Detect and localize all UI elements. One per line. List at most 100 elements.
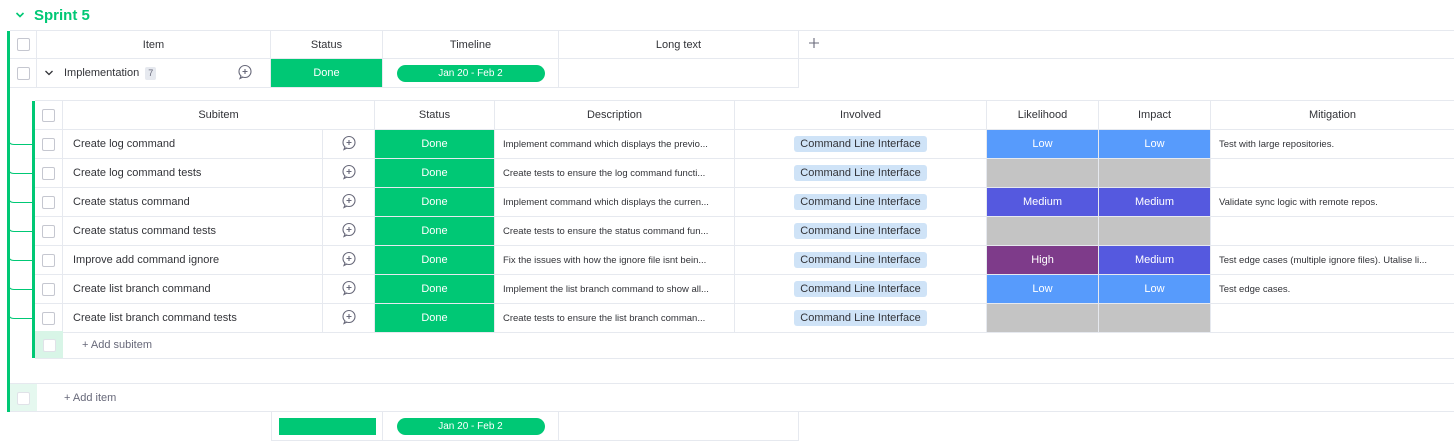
subitem-status[interactable]: Done <box>375 246 495 275</box>
add-update-icon[interactable] <box>341 193 357 212</box>
subitem-description[interactable]: Fix the issues with how the ignore file … <box>495 246 735 275</box>
chevron-down-icon[interactable] <box>14 9 26 21</box>
subitem-checkbox[interactable] <box>42 282 55 296</box>
subitem-column-header-involved[interactable]: Involved <box>735 101 987 130</box>
subitem-checkbox[interactable] <box>42 311 55 325</box>
subitem-status[interactable]: Done <box>375 159 495 188</box>
subitem-name[interactable]: Improve add command ignore <box>63 246 323 275</box>
subitem-mitigation[interactable]: Test with large repositories. <box>1211 130 1454 159</box>
involved-tag[interactable]: Command Line Interface <box>794 194 927 210</box>
item-select-cell <box>10 59 37 88</box>
add-update-icon[interactable] <box>341 135 357 154</box>
subitem-status[interactable]: Done <box>375 130 495 159</box>
subitem-status[interactable]: Done <box>375 217 495 246</box>
subitem-mitigation[interactable] <box>1211 159 1454 188</box>
subitem-mitigation[interactable] <box>1211 304 1454 333</box>
subitem-mitigation[interactable]: Validate sync logic with remote repos. <box>1211 188 1454 217</box>
item-long-text[interactable] <box>559 59 799 88</box>
subitem-description[interactable]: Implement the list branch command to sho… <box>495 275 735 304</box>
involved-tag[interactable]: Command Line Interface <box>794 223 927 239</box>
subitem-checkbox[interactable] <box>42 166 55 180</box>
subitem-select-all-checkbox[interactable] <box>42 108 55 122</box>
subitem-description[interactable]: Implement command which displays the cur… <box>495 188 735 217</box>
item-status[interactable]: Done <box>271 59 383 88</box>
subitem-select-all-cell <box>35 101 63 130</box>
item-timeline[interactable]: Jan 20 - Feb 2 <box>396 64 545 82</box>
column-header-item[interactable]: Item <box>37 31 271 59</box>
subitem-name[interactable]: Create log command <box>63 130 323 159</box>
subitem-checkbox[interactable] <box>42 137 55 151</box>
add-update-icon[interactable] <box>341 309 357 328</box>
add-subitem-check-cell <box>35 331 63 359</box>
add-item-button[interactable]: + Add item <box>64 384 116 412</box>
subitem-impact[interactable]: Medium <box>1099 246 1211 275</box>
subitem-involved-cell: Command Line Interface <box>735 304 987 333</box>
subitem-description[interactable]: Create tests to ensure the log command f… <box>495 159 735 188</box>
subitem-column-header-impact[interactable]: Impact <box>1099 101 1211 130</box>
subitem-status[interactable]: Done <box>375 188 495 217</box>
subitem-column-header-status[interactable]: Status <box>375 101 495 130</box>
subitem-impact[interactable]: Medium <box>1099 188 1211 217</box>
involved-tag[interactable]: Command Line Interface <box>794 165 927 181</box>
subitem-column-header-subitem[interactable]: Subitem <box>63 101 375 130</box>
subitem-impact[interactable] <box>1099 304 1211 333</box>
subitem-likelihood[interactable]: Low <box>987 275 1099 304</box>
subitem-name[interactable]: Create status command <box>63 188 323 217</box>
subitem-likelihood[interactable] <box>987 159 1099 188</box>
timeline-summary[interactable]: Jan 20 - Feb 2 <box>396 417 545 435</box>
subitem-column-header-likelihood[interactable]: Likelihood <box>987 101 1099 130</box>
involved-tag[interactable]: Command Line Interface <box>794 281 927 297</box>
subitem-description[interactable]: Create tests to ensure the status comman… <box>495 217 735 246</box>
subitem-column-header-mitigation[interactable]: Mitigation <box>1211 101 1454 130</box>
subitem-mitigation[interactable]: Test edge cases. <box>1211 275 1454 304</box>
add-update-icon[interactable] <box>341 164 357 183</box>
subitem-select-cell <box>35 275 63 304</box>
item-checkbox[interactable] <box>16 66 30 80</box>
subitem-count-badge: 7 <box>145 66 157 80</box>
subitem-name[interactable]: Create status command tests <box>63 217 323 246</box>
subitem-description[interactable]: Implement command which displays the pre… <box>495 130 735 159</box>
group-title[interactable]: Sprint 5 <box>34 7 90 24</box>
subitem-name[interactable]: Create list branch command tests <box>63 304 323 333</box>
add-update-icon[interactable] <box>341 222 357 241</box>
subitem-impact[interactable] <box>1099 159 1211 188</box>
add-update-icon[interactable] <box>341 280 357 299</box>
subitem-impact[interactable]: Low <box>1099 275 1211 304</box>
subitem-impact[interactable] <box>1099 217 1211 246</box>
subitem-impact[interactable]: Low <box>1099 130 1211 159</box>
column-header-status[interactable]: Status <box>271 31 383 59</box>
subitem-mitigation[interactable] <box>1211 217 1454 246</box>
item-name-cell[interactable]: Implementation 7 <box>37 59 220 88</box>
subitem-likelihood[interactable] <box>987 217 1099 246</box>
subitem-likelihood[interactable]: Low <box>987 130 1099 159</box>
involved-tag[interactable]: Command Line Interface <box>794 310 927 326</box>
select-all-cell <box>10 31 37 59</box>
status-summary-bar[interactable] <box>278 417 376 435</box>
subitem-checkbox[interactable] <box>42 253 55 267</box>
summary-status-cell <box>271 412 383 441</box>
subitem-checkbox[interactable] <box>42 195 55 209</box>
column-header-timeline[interactable]: Timeline <box>383 31 559 59</box>
add-update-icon[interactable] <box>341 251 357 270</box>
subitem-checkbox[interactable] <box>42 224 55 238</box>
item-update-cell <box>220 59 271 88</box>
expand-subitems-icon[interactable] <box>44 68 54 78</box>
add-subitem-button[interactable]: + Add subitem <box>82 331 152 359</box>
group-header: Sprint 5 <box>14 4 90 26</box>
subitem-column-header-description[interactable]: Description <box>495 101 735 130</box>
subitem-likelihood[interactable]: High <box>987 246 1099 275</box>
add-update-icon[interactable] <box>237 64 253 83</box>
involved-tag[interactable]: Command Line Interface <box>794 252 927 268</box>
subitem-likelihood[interactable]: Medium <box>987 188 1099 217</box>
subitem-name[interactable]: Create log command tests <box>63 159 323 188</box>
subitem-likelihood[interactable] <box>987 304 1099 333</box>
subitem-status[interactable]: Done <box>375 304 495 333</box>
involved-tag[interactable]: Command Line Interface <box>794 136 927 152</box>
subitem-status[interactable]: Done <box>375 275 495 304</box>
select-all-checkbox[interactable] <box>16 38 30 51</box>
subitem-mitigation[interactable]: Test edge cases (multiple ignore files).… <box>1211 246 1454 275</box>
column-header-long-text[interactable]: Long text <box>559 31 799 59</box>
subitem-name[interactable]: Create list branch command <box>63 275 323 304</box>
subitem-description[interactable]: Create tests to ensure the list branch c… <box>495 304 735 333</box>
add-column-plus-icon[interactable] <box>808 37 820 52</box>
